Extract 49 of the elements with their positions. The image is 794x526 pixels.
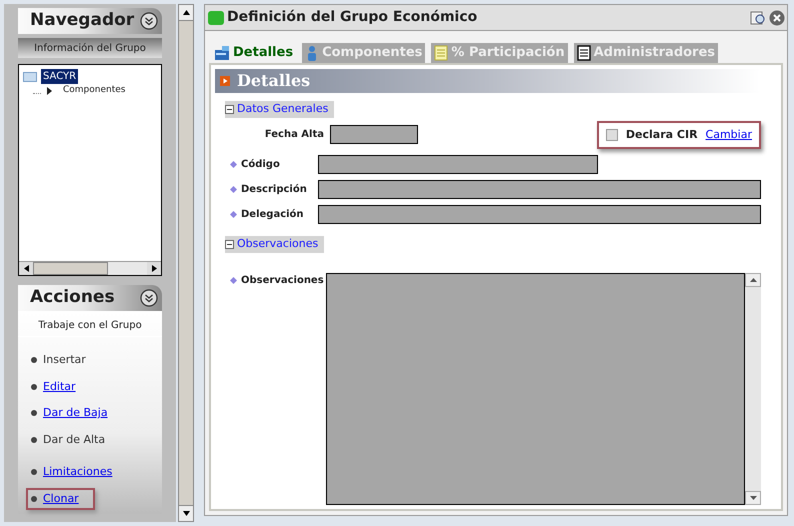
close-icon[interactable] — [769, 10, 785, 26]
arrow-right-icon[interactable] — [152, 265, 156, 272]
minus-box-icon[interactable] — [225, 240, 234, 249]
panel-title: Acciones — [30, 286, 115, 310]
vertical-scrollbar[interactable] — [178, 4, 194, 522]
document-icon — [434, 45, 448, 61]
tree-item[interactable]: SACYR — [41, 69, 78, 84]
checkbox-label: Declara CIR — [626, 126, 698, 142]
folder-icon — [214, 45, 230, 61]
panel-title: Navegador — [30, 9, 134, 32]
field-label: Descripción — [241, 183, 307, 197]
tree-item[interactable]: Componentes — [63, 84, 126, 98]
arrow-up-icon[interactable] — [750, 278, 756, 282]
horizontal-scrollbar[interactable] — [19, 261, 161, 275]
action-item[interactable]: Dar de Baja — [26, 402, 113, 424]
caret-right-icon[interactable] — [47, 86, 53, 95]
arrow-up-icon[interactable] — [182, 10, 190, 15]
group-icon — [23, 72, 37, 82]
minus-box-icon[interactable] — [225, 104, 234, 114]
action-item: Dar de Alta — [26, 428, 110, 451]
input-field[interactable] — [330, 125, 418, 144]
panel-subtitle: Información del Grupo — [18, 38, 162, 58]
notepad-icon — [576, 45, 591, 61]
input-field[interactable] — [318, 180, 761, 199]
collapse-icon[interactable] — [140, 12, 158, 30]
field-label: Delegación — [241, 208, 304, 222]
collapse-icon[interactable] — [140, 289, 158, 307]
action-item: Insertar — [26, 349, 91, 372]
window-title: Definición del Grupo Económico — [227, 8, 478, 27]
search-icon[interactable] — [749, 8, 767, 26]
field-label: Fecha Alta — [264, 128, 324, 142]
change-link[interactable]: Cambiar — [706, 126, 752, 143]
arrow-down-icon[interactable] — [750, 496, 756, 500]
checkbox[interactable] — [606, 128, 618, 141]
field-label: Código — [241, 158, 280, 172]
input-field[interactable] — [318, 155, 598, 174]
action-item[interactable]: Limitaciones — [26, 461, 118, 484]
input-field[interactable] — [318, 205, 761, 224]
panel-subtitle: Trabaje con el Grupo — [18, 315, 162, 337]
arrow-left-icon[interactable] — [24, 265, 28, 272]
arrow-down-icon[interactable] — [182, 511, 190, 516]
vertical-scrollbar[interactable] — [745, 272, 761, 505]
play-icon — [220, 76, 230, 86]
action-item[interactable]: Editar — [26, 376, 81, 398]
section-title: Detalles — [237, 70, 310, 92]
tab[interactable]: Detalles — [211, 43, 296, 63]
app-icon — [207, 8, 225, 26]
field-label: Observaciones — [241, 274, 324, 288]
action-item[interactable]: Clonar — [26, 488, 95, 510]
